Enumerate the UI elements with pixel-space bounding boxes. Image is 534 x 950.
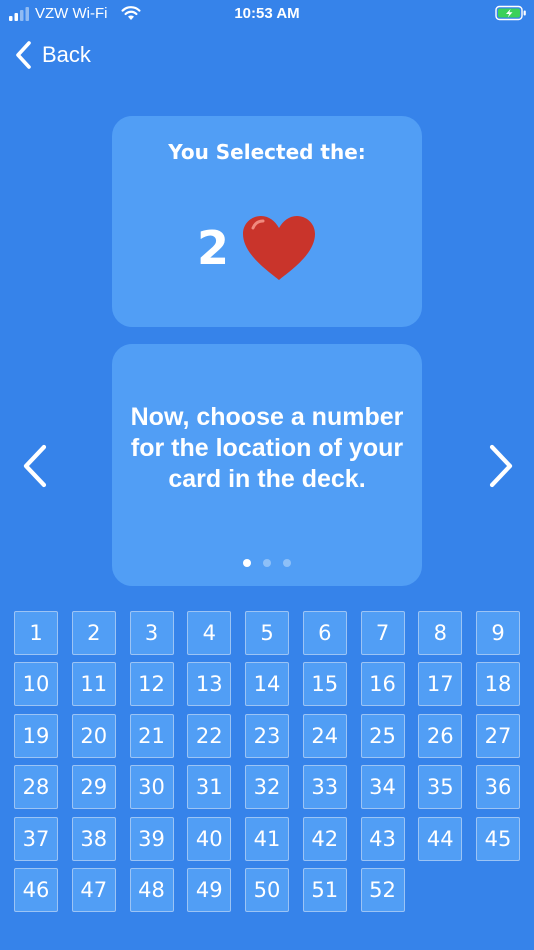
number-button-28[interactable]: 28 [14, 765, 58, 810]
number-button-11[interactable]: 11 [71, 662, 116, 707]
number-button-18[interactable]: 18 [476, 662, 520, 707]
number-button-9[interactable]: 9 [476, 611, 520, 655]
number-button-8[interactable]: 8 [418, 611, 463, 655]
number-button-34[interactable]: 34 [360, 765, 405, 810]
number-button-41[interactable]: 41 [245, 816, 289, 861]
number-button-4[interactable]: 4 [187, 611, 232, 655]
number-button-29[interactable]: 29 [71, 765, 116, 810]
number-button-47[interactable]: 47 [71, 867, 116, 912]
number-button-50[interactable]: 50 [245, 867, 289, 912]
number-button-17[interactable]: 17 [418, 662, 463, 707]
number-button-20[interactable]: 20 [71, 713, 116, 758]
number-button-40[interactable]: 40 [187, 816, 232, 861]
chevron-left-icon [23, 444, 47, 488]
selected-card-panel: You Selected the: 2 [112, 116, 422, 327]
number-button-21[interactable]: 21 [129, 713, 174, 758]
number-button-14[interactable]: 14 [245, 662, 289, 707]
chevron-right-icon [489, 444, 513, 488]
number-button-30[interactable]: 30 [129, 765, 174, 810]
number-button-31[interactable]: 31 [187, 765, 232, 810]
heart-icon [243, 216, 315, 280]
previous-arrow-button[interactable] [20, 443, 50, 489]
battery-charging-icon [495, 5, 526, 21]
number-button-12[interactable]: 12 [129, 662, 174, 707]
number-button-15[interactable]: 15 [302, 662, 347, 707]
selected-card-value: 2 [112, 214, 422, 282]
number-button-46[interactable]: 46 [14, 867, 58, 912]
number-button-51[interactable]: 51 [302, 867, 347, 912]
back-button[interactable]: Back [14, 38, 91, 72]
number-button-2[interactable]: 2 [71, 611, 116, 655]
instruction-card[interactable]: Now, choose a number for the location of… [112, 344, 422, 586]
number-button-23[interactable]: 23 [245, 713, 289, 758]
number-button-26[interactable]: 26 [418, 713, 463, 758]
card-rank: 2 [196, 221, 229, 275]
number-button-19[interactable]: 19 [14, 713, 58, 758]
number-button-3[interactable]: 3 [129, 611, 174, 655]
number-button-6[interactable]: 6 [302, 611, 347, 655]
chevron-left-icon [16, 41, 31, 69]
number-button-5[interactable]: 5 [245, 611, 289, 655]
number-button-22[interactable]: 22 [187, 713, 232, 758]
status-clock: 10:53 AM [234, 5, 300, 22]
page-dot-2[interactable] [263, 559, 271, 567]
number-button-43[interactable]: 43 [360, 816, 405, 861]
status-bar: VZW Wi-Fi 10:53 AM [0, 0, 534, 28]
number-button-24[interactable]: 24 [302, 713, 347, 758]
number-button-27[interactable]: 27 [476, 713, 520, 758]
number-button-38[interactable]: 38 [71, 816, 116, 861]
page-indicator [112, 559, 422, 567]
number-button-16[interactable]: 16 [360, 662, 405, 707]
number-button-39[interactable]: 39 [129, 816, 174, 861]
number-button-13[interactable]: 13 [187, 662, 232, 707]
page-dot-1[interactable] [243, 559, 251, 567]
number-button-25[interactable]: 25 [360, 713, 405, 758]
number-button-7[interactable]: 7 [360, 611, 405, 655]
number-button-49[interactable]: 49 [187, 867, 232, 912]
number-button-32[interactable]: 32 [245, 765, 289, 810]
page-dot-3[interactable] [283, 559, 291, 567]
number-button-45[interactable]: 45 [476, 816, 520, 861]
number-button-42[interactable]: 42 [302, 816, 347, 861]
number-button-36[interactable]: 36 [476, 765, 520, 810]
number-button-52[interactable]: 52 [360, 867, 405, 912]
number-grid: 1 2 3 4 5 6 7 8 9 10 11 12 13 14 15 16 17 18 19 20 21 22 23 24 2… [14, 611, 520, 912]
number-button-1[interactable]: 1 [14, 611, 58, 655]
number-button-35[interactable]: 35 [418, 765, 463, 810]
number-button-10[interactable]: 10 [14, 662, 58, 707]
instruction-text: Now, choose a number for the location of… [130, 403, 404, 493]
number-button-44[interactable]: 44 [418, 816, 463, 861]
number-button-37[interactable]: 37 [14, 816, 58, 861]
number-button-48[interactable]: 48 [129, 867, 174, 912]
selected-heading: You Selected the: [168, 140, 366, 164]
back-label: Back [42, 42, 91, 67]
number-button-33[interactable]: 33 [302, 765, 347, 810]
next-arrow-button[interactable] [486, 443, 516, 489]
